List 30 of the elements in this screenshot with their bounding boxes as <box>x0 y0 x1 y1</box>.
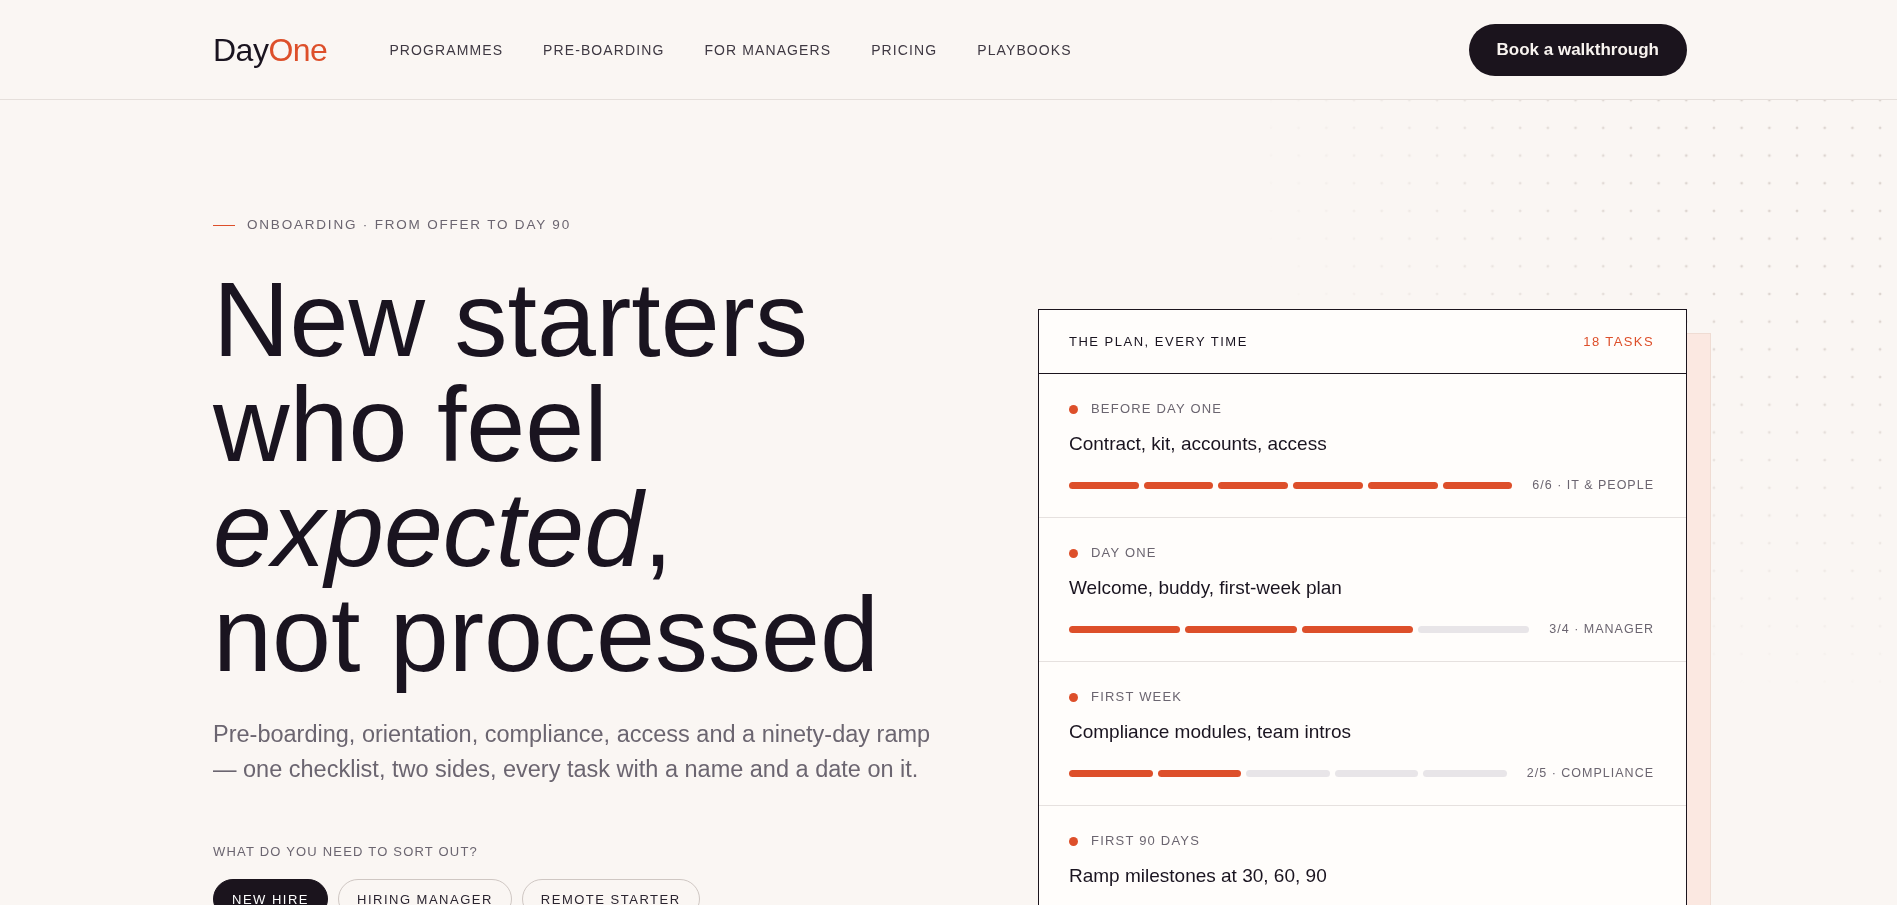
nav-link[interactable]: PRE-BOARDING <box>543 41 665 58</box>
stage-label: FIRST 90 DAYS <box>1091 832 1201 850</box>
status-dot-icon <box>1069 548 1078 558</box>
nav-link[interactable]: FOR MANAGERS <box>704 41 832 58</box>
walkthrough-button[interactable]: Book a walkthrough <box>1468 23 1687 76</box>
logo[interactable]: DayOne <box>213 33 328 66</box>
stage-title: Contract, kit, accounts, access <box>1069 432 1328 456</box>
stage-title: Ramp milestones at 30, 60, 90 <box>1069 864 1328 888</box>
accent-dash-icon <box>213 224 235 226</box>
stage-meta: 2/5 · COMPLIANCE <box>1526 766 1654 780</box>
task-count: 18 TASKS <box>1583 334 1654 349</box>
stage-meta: 3/4 · MANAGER <box>1549 622 1654 636</box>
stage-label: BEFORE DAY ONE <box>1091 400 1223 418</box>
status-dot-icon <box>1069 404 1078 414</box>
headline: New starters who feel expected, not processed <box>213 267 880 695</box>
stage-title: Welcome, buddy, first-week plan <box>1069 576 1343 600</box>
status-dot-icon <box>1069 836 1078 846</box>
stage-meta: 6/6 · IT & PEOPLE <box>1532 478 1654 492</box>
stage-title: Compliance modules, team intros <box>1069 720 1352 744</box>
nav-link[interactable]: PROGRAMMES <box>389 41 504 58</box>
question-label: WHAT DO YOU NEED TO SORT OUT? <box>213 843 478 861</box>
nav-link[interactable]: PRICING <box>871 41 938 58</box>
nav-link[interactable]: PLAYBOOKS <box>977 41 1072 58</box>
stage-label: DAY ONE <box>1091 544 1157 562</box>
stage-label: FIRST WEEK <box>1091 688 1183 706</box>
option-chip[interactable]: NEW HIRE <box>213 879 328 905</box>
eyebrow-text: ONBOARDING · FROM OFFER TO DAY 90 <box>247 216 571 234</box>
status-dot-icon <box>1069 692 1078 702</box>
intro-paragraph: Pre-boarding, orientation, compliance, access and a ninety-day ramp — one checklist, two sides, every task with a name and a date on it. <box>213 720 932 784</box>
card-title: THE PLAN, EVERY TIME <box>1069 334 1248 349</box>
